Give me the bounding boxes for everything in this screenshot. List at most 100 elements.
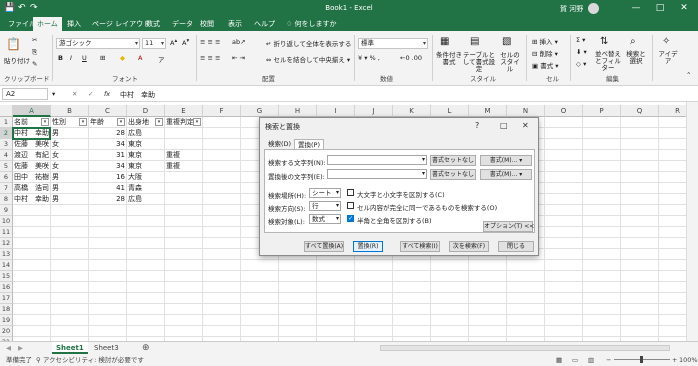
row-header[interactable]: 15: [0, 271, 13, 282]
phonetic-icon[interactable]: ア: [158, 54, 165, 64]
zoom-level[interactable]: 100%: [679, 354, 698, 366]
cell[interactable]: [317, 293, 355, 304]
row-header[interactable]: 13: [0, 249, 13, 260]
find-format-button[interactable]: 書式(M)... ▾: [480, 155, 532, 166]
cell[interactable]: [545, 282, 583, 293]
cell[interactable]: 男: [51, 172, 89, 183]
row-header[interactable]: 11: [0, 227, 13, 238]
fill-icon[interactable]: ⬇ ▾: [576, 48, 587, 56]
cell[interactable]: [621, 282, 659, 293]
cell[interactable]: [89, 282, 127, 293]
cell[interactable]: [545, 172, 583, 183]
lookin-select[interactable]: 数式 ▾: [309, 214, 341, 224]
cell[interactable]: [203, 194, 241, 205]
cell[interactable]: [279, 260, 317, 271]
filter-dropdown-icon[interactable]: ▾: [155, 118, 163, 126]
cell[interactable]: [431, 326, 469, 337]
cell[interactable]: 男: [51, 183, 89, 194]
column-header[interactable]: B: [51, 105, 89, 117]
select-all-corner[interactable]: [0, 105, 13, 117]
cell[interactable]: [355, 282, 393, 293]
cell[interactable]: [583, 194, 621, 205]
cell[interactable]: [431, 304, 469, 315]
cell[interactable]: [279, 304, 317, 315]
cell[interactable]: 41: [89, 183, 127, 194]
cell[interactable]: [469, 271, 507, 282]
cell[interactable]: [545, 227, 583, 238]
row-header[interactable]: 12: [0, 238, 13, 249]
cell[interactable]: [507, 282, 545, 293]
cell[interactable]: [89, 205, 127, 216]
paste-button[interactable]: 貼り付け: [4, 55, 30, 65]
column-header[interactable]: N: [507, 105, 545, 117]
cell[interactable]: [355, 315, 393, 326]
cell[interactable]: [203, 117, 241, 128]
row-header[interactable]: 16: [0, 282, 13, 293]
cell[interactable]: [583, 139, 621, 150]
match-case-checkbox[interactable]: [347, 189, 354, 196]
column-header[interactable]: L: [431, 105, 469, 117]
zoom-slider-thumb[interactable]: [640, 356, 643, 363]
cell[interactable]: [583, 227, 621, 238]
row-header[interactable]: 6: [0, 172, 13, 183]
cell[interactable]: [241, 293, 279, 304]
cut-icon[interactable]: ✂: [32, 36, 37, 44]
cell[interactable]: [545, 194, 583, 205]
cell[interactable]: 中村 幸助: [13, 128, 51, 139]
cell[interactable]: 重複: [165, 150, 203, 161]
cell[interactable]: [507, 260, 545, 271]
cell[interactable]: [583, 271, 621, 282]
find-all-button[interactable]: すべて検索(I): [400, 241, 440, 252]
replace-button[interactable]: 置換(R): [353, 241, 383, 252]
font-color-icon[interactable]: A: [138, 54, 142, 62]
cell[interactable]: [127, 238, 165, 249]
cell[interactable]: [545, 326, 583, 337]
row-header[interactable]: 18: [0, 304, 13, 315]
cell[interactable]: [13, 249, 51, 260]
find-select-button[interactable]: 検索と選択: [624, 51, 648, 65]
cell[interactable]: [127, 304, 165, 315]
cell[interactable]: [621, 117, 659, 128]
cell[interactable]: [621, 238, 659, 249]
cell[interactable]: [89, 249, 127, 260]
column-header[interactable]: O: [545, 105, 583, 117]
merge-center-button[interactable]: ⇔ セルを結合して中央揃え ▾: [266, 54, 350, 64]
font-name-select[interactable]: 游ゴシック ▾: [56, 38, 140, 49]
row-header[interactable]: 14: [0, 260, 13, 271]
cell[interactable]: [241, 326, 279, 337]
cell[interactable]: [659, 128, 686, 139]
add-sheet-icon[interactable]: ⊕: [142, 343, 150, 353]
cell[interactable]: [583, 205, 621, 216]
sort-filter-icon[interactable]: ⇅: [600, 36, 608, 47]
cell[interactable]: [165, 238, 203, 249]
dialog-maximize-button[interactable]: □: [500, 121, 508, 130]
format-painter-icon[interactable]: ✎: [32, 60, 37, 68]
cell[interactable]: [469, 315, 507, 326]
cell[interactable]: [51, 293, 89, 304]
cell[interactable]: [621, 150, 659, 161]
cell[interactable]: [355, 271, 393, 282]
cell[interactable]: [583, 315, 621, 326]
cell[interactable]: 性別 ▾: [51, 117, 89, 128]
cell[interactable]: [583, 249, 621, 260]
ideas-button[interactable]: アイデア: [658, 51, 678, 65]
cell[interactable]: 重複: [165, 161, 203, 172]
cell[interactable]: [13, 227, 51, 238]
cell[interactable]: 佐藤 美咲: [13, 139, 51, 150]
column-header[interactable]: C: [89, 105, 127, 117]
cell[interactable]: [621, 326, 659, 337]
cell[interactable]: [165, 216, 203, 227]
cell[interactable]: [13, 315, 51, 326]
cell[interactable]: [431, 293, 469, 304]
column-header[interactable]: P: [583, 105, 621, 117]
cell[interactable]: [203, 315, 241, 326]
font-shrink-icon[interactable]: A▾: [182, 38, 189, 47]
cell[interactable]: [621, 293, 659, 304]
cell[interactable]: [13, 216, 51, 227]
cell[interactable]: [469, 260, 507, 271]
cell[interactable]: [393, 326, 431, 337]
cell[interactable]: [659, 172, 686, 183]
replace-all-button[interactable]: すべて置換(A): [304, 241, 344, 252]
options-button[interactable]: オプション(T) <<: [483, 221, 534, 232]
cell[interactable]: [127, 326, 165, 337]
